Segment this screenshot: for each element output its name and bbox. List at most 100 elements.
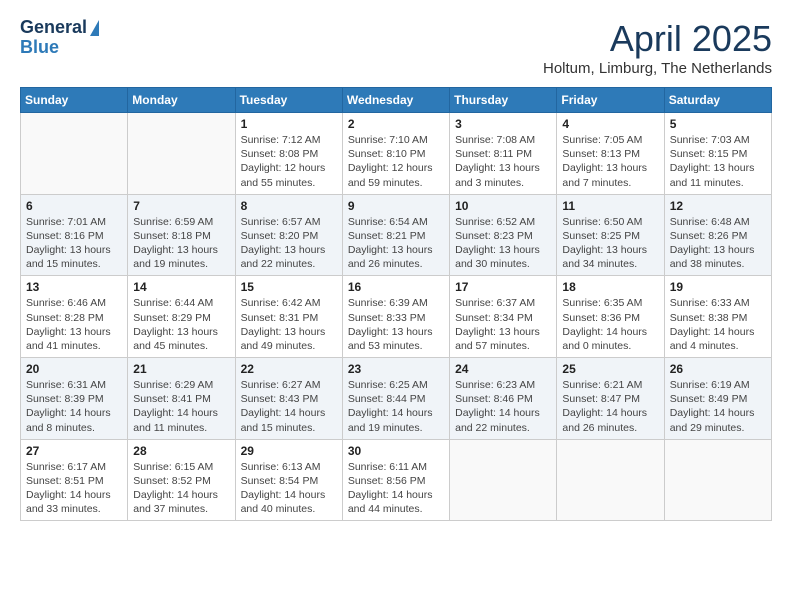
table-row: 18 Sunrise: 6:35 AM Sunset: 8:36 PM Dayli… xyxy=(557,276,664,358)
day-number: 8 xyxy=(241,199,337,213)
day-detail: Sunrise: 6:46 AM Sunset: 8:28 PM Dayligh… xyxy=(26,296,122,353)
day-number: 30 xyxy=(348,444,444,458)
day-detail: Sunrise: 6:54 AM Sunset: 8:21 PM Dayligh… xyxy=(348,215,444,272)
table-row: 5 Sunrise: 7:03 AM Sunset: 8:15 PM Daylig… xyxy=(664,113,771,195)
day-number: 1 xyxy=(241,117,337,131)
table-row: 26 Sunrise: 6:19 AM Sunset: 8:49 PM Dayli… xyxy=(664,358,771,440)
day-number: 18 xyxy=(562,280,658,294)
header-wednesday: Wednesday xyxy=(342,88,449,113)
table-row: 12 Sunrise: 6:48 AM Sunset: 8:26 PM Dayli… xyxy=(664,194,771,276)
header-friday: Friday xyxy=(557,88,664,113)
day-number: 9 xyxy=(348,199,444,213)
day-detail: Sunrise: 7:05 AM Sunset: 8:13 PM Dayligh… xyxy=(562,133,658,190)
table-row: 27Sunrise: 6:17 AM Sunset: 8:51 PM Dayli… xyxy=(21,439,128,521)
day-detail: Sunrise: 6:23 AM Sunset: 8:46 PM Dayligh… xyxy=(455,378,551,435)
day-detail: Sunrise: 7:10 AM Sunset: 8:10 PM Dayligh… xyxy=(348,133,444,190)
day-detail: Sunrise: 7:03 AM Sunset: 8:15 PM Dayligh… xyxy=(670,133,766,190)
table-row: 9 Sunrise: 6:54 AM Sunset: 8:21 PM Daylig… xyxy=(342,194,449,276)
day-number: 26 xyxy=(670,362,766,376)
logo: General Blue xyxy=(20,18,99,58)
day-detail: Sunrise: 6:57 AM Sunset: 8:20 PM Dayligh… xyxy=(241,215,337,272)
table-row: 19 Sunrise: 6:33 AM Sunset: 8:38 PM Dayli… xyxy=(664,276,771,358)
day-detail: Sunrise: 6:35 AM Sunset: 8:36 PM Dayligh… xyxy=(562,296,658,353)
day-number: 3 xyxy=(455,117,551,131)
day-number: 10 xyxy=(455,199,551,213)
table-row: 16Sunrise: 6:39 AM Sunset: 8:33 PM Dayli… xyxy=(342,276,449,358)
table-row: 8 Sunrise: 6:57 AM Sunset: 8:20 PM Daylig… xyxy=(235,194,342,276)
table-row: 28 Sunrise: 6:15 AM Sunset: 8:52 PM Dayli… xyxy=(128,439,235,521)
day-detail: Sunrise: 7:12 AM Sunset: 8:08 PM Dayligh… xyxy=(241,133,337,190)
day-number: 15 xyxy=(241,280,337,294)
calendar-week-row: 20 Sunrise: 6:31 AM Sunset: 8:39 PM Dayli… xyxy=(21,358,772,440)
day-detail: Sunrise: 6:13 AM Sunset: 8:54 PM Dayligh… xyxy=(241,460,337,517)
table-row xyxy=(664,439,771,521)
table-row: 30 Sunrise: 6:11 AM Sunset: 8:56 PM Dayli… xyxy=(342,439,449,521)
header-tuesday: Tuesday xyxy=(235,88,342,113)
day-number: 7 xyxy=(133,199,229,213)
month-title: April 2025 xyxy=(543,18,772,60)
table-row: 25Sunrise: 6:21 AM Sunset: 8:47 PM Dayli… xyxy=(557,358,664,440)
table-row: 14Sunrise: 6:44 AM Sunset: 8:29 PM Dayli… xyxy=(128,276,235,358)
day-detail: Sunrise: 6:31 AM Sunset: 8:39 PM Dayligh… xyxy=(26,378,122,435)
table-row: 23 Sunrise: 6:25 AM Sunset: 8:44 PM Dayli… xyxy=(342,358,449,440)
table-row: 15 Sunrise: 6:42 AM Sunset: 8:31 PM Dayli… xyxy=(235,276,342,358)
day-number: 6 xyxy=(26,199,122,213)
table-row xyxy=(450,439,557,521)
logo-icon xyxy=(90,20,99,36)
table-row: 13 Sunrise: 6:46 AM Sunset: 8:28 PM Dayli… xyxy=(21,276,128,358)
day-detail: Sunrise: 6:17 AM Sunset: 8:51 PM Dayligh… xyxy=(26,460,122,517)
day-number: 13 xyxy=(26,280,122,294)
day-detail: Sunrise: 7:08 AM Sunset: 8:11 PM Dayligh… xyxy=(455,133,551,190)
day-detail: Sunrise: 6:52 AM Sunset: 8:23 PM Dayligh… xyxy=(455,215,551,272)
table-row: 2 Sunrise: 7:10 AM Sunset: 8:10 PM Daylig… xyxy=(342,113,449,195)
day-number: 28 xyxy=(133,444,229,458)
day-detail: Sunrise: 6:42 AM Sunset: 8:31 PM Dayligh… xyxy=(241,296,337,353)
day-detail: Sunrise: 6:50 AM Sunset: 8:25 PM Dayligh… xyxy=(562,215,658,272)
day-number: 23 xyxy=(348,362,444,376)
day-detail: Sunrise: 6:15 AM Sunset: 8:52 PM Dayligh… xyxy=(133,460,229,517)
logo-general: General xyxy=(20,18,87,38)
calendar-week-row: 27Sunrise: 6:17 AM Sunset: 8:51 PM Dayli… xyxy=(21,439,772,521)
day-detail: Sunrise: 6:29 AM Sunset: 8:41 PM Dayligh… xyxy=(133,378,229,435)
calendar-week-row: 1 Sunrise: 7:12 AM Sunset: 8:08 PM Daylig… xyxy=(21,113,772,195)
table-row: 6Sunrise: 7:01 AM Sunset: 8:16 PM Daylig… xyxy=(21,194,128,276)
header: General Blue April 2025 Holtum, Limburg,… xyxy=(20,18,772,77)
table-row xyxy=(128,113,235,195)
day-detail: Sunrise: 6:25 AM Sunset: 8:44 PM Dayligh… xyxy=(348,378,444,435)
day-detail: Sunrise: 6:48 AM Sunset: 8:26 PM Dayligh… xyxy=(670,215,766,272)
day-number: 2 xyxy=(348,117,444,131)
title-block: April 2025 Holtum, Limburg, The Netherla… xyxy=(543,18,772,77)
calendar-header-row: Sunday Monday Tuesday Wednesday Thursday… xyxy=(21,88,772,113)
day-number: 29 xyxy=(241,444,337,458)
day-number: 5 xyxy=(670,117,766,131)
day-number: 12 xyxy=(670,199,766,213)
day-number: 19 xyxy=(670,280,766,294)
day-number: 11 xyxy=(562,199,658,213)
table-row: 29 Sunrise: 6:13 AM Sunset: 8:54 PM Dayli… xyxy=(235,439,342,521)
day-detail: Sunrise: 6:44 AM Sunset: 8:29 PM Dayligh… xyxy=(133,296,229,353)
day-detail: Sunrise: 6:27 AM Sunset: 8:43 PM Dayligh… xyxy=(241,378,337,435)
table-row: 4Sunrise: 7:05 AM Sunset: 8:13 PM Daylig… xyxy=(557,113,664,195)
page: General Blue April 2025 Holtum, Limburg,… xyxy=(0,0,792,539)
logo-blue: Blue xyxy=(20,37,59,57)
table-row xyxy=(21,113,128,195)
day-detail: Sunrise: 6:37 AM Sunset: 8:34 PM Dayligh… xyxy=(455,296,551,353)
table-row: 17 Sunrise: 6:37 AM Sunset: 8:34 PM Dayli… xyxy=(450,276,557,358)
day-number: 16 xyxy=(348,280,444,294)
day-number: 24 xyxy=(455,362,551,376)
header-thursday: Thursday xyxy=(450,88,557,113)
day-detail: Sunrise: 6:59 AM Sunset: 8:18 PM Dayligh… xyxy=(133,215,229,272)
day-number: 20 xyxy=(26,362,122,376)
table-row: 10 Sunrise: 6:52 AM Sunset: 8:23 PM Dayli… xyxy=(450,194,557,276)
day-detail: Sunrise: 6:21 AM Sunset: 8:47 PM Dayligh… xyxy=(562,378,658,435)
day-detail: Sunrise: 6:33 AM Sunset: 8:38 PM Dayligh… xyxy=(670,296,766,353)
table-row: 7 Sunrise: 6:59 AM Sunset: 8:18 PM Daylig… xyxy=(128,194,235,276)
header-monday: Monday xyxy=(128,88,235,113)
day-number: 17 xyxy=(455,280,551,294)
day-detail: Sunrise: 6:19 AM Sunset: 8:49 PM Dayligh… xyxy=(670,378,766,435)
calendar: Sunday Monday Tuesday Wednesday Thursday… xyxy=(20,87,772,521)
calendar-week-row: 13 Sunrise: 6:46 AM Sunset: 8:28 PM Dayli… xyxy=(21,276,772,358)
day-detail: Sunrise: 6:11 AM Sunset: 8:56 PM Dayligh… xyxy=(348,460,444,517)
table-row: 3 Sunrise: 7:08 AM Sunset: 8:11 PM Daylig… xyxy=(450,113,557,195)
table-row: 20 Sunrise: 6:31 AM Sunset: 8:39 PM Dayli… xyxy=(21,358,128,440)
